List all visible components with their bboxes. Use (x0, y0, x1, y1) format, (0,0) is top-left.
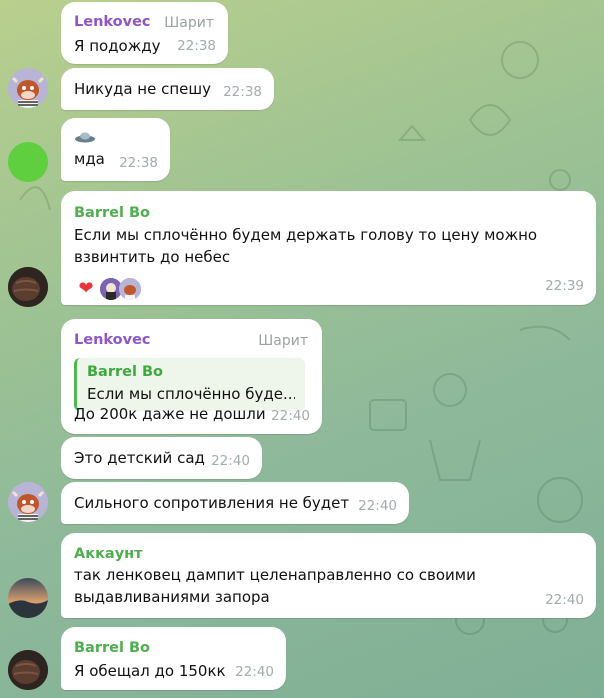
landscape-avatar[interactable] (8, 578, 48, 618)
message-bubble[interactable]: Lenkovec Шарит Я подожду 22:38 (61, 2, 228, 64)
message-time: 22:38 (119, 155, 158, 171)
message-bubble[interactable]: Это детский сад 22:40 (61, 437, 262, 479)
cow-avatar[interactable] (8, 68, 48, 108)
barrel-icon (8, 267, 48, 307)
message-time: 22:40 (545, 592, 584, 608)
message-text: взвинтить до небес (74, 248, 231, 266)
sender-name[interactable]: Barrel Bo (74, 637, 150, 659)
ufo-icon (75, 132, 95, 143)
message-time: 22:40 (358, 498, 397, 514)
heart-reaction-icon[interactable]: ❤ (74, 278, 98, 300)
green-circle-avatar[interactable] (8, 142, 48, 182)
message-time: 22:39 (545, 278, 584, 294)
chat-area: Lenkovec Шарит Я подожду 22:38 Никуда не… (0, 0, 604, 698)
message-bubble[interactable]: Аккаунт так ленковец дампит целенаправле… (61, 533, 596, 618)
cow-avatar[interactable] (8, 482, 48, 522)
message-time: 22:40 (235, 664, 274, 680)
message-text: так ленковец дампит целенаправленно со с… (74, 566, 476, 584)
member-role-badge: Шарит (258, 333, 308, 349)
message-bubble[interactable]: Никуда не спешу 22:38 (61, 68, 274, 110)
message-text: мда (74, 150, 105, 168)
barrel-avatar[interactable] (8, 650, 48, 690)
cow-icon (8, 68, 48, 108)
user-reaction-2 (119, 278, 141, 300)
message-text: Я обещал до 150кк (74, 662, 226, 680)
message-bubble[interactable]: мда 22:38 (61, 118, 170, 181)
message-time: 22:38 (223, 84, 262, 100)
message-time: 22:40 (211, 453, 250, 469)
message-bubble[interactable]: Lenkovec Шарит Barrel Bo Если мы сплочён… (61, 319, 322, 434)
sender-name[interactable]: Аккаунт (74, 543, 143, 565)
barrel-avatar[interactable] (8, 267, 48, 307)
message-text: выдавливаниями запора (74, 588, 270, 606)
message-time: 22:38 (177, 38, 216, 54)
message-text: Никуда не спешу (74, 80, 211, 98)
message-text: Это детский сад (74, 449, 205, 467)
cow-icon (8, 482, 48, 522)
message-text: Сильного сопротивления не будет (74, 494, 350, 512)
message-bubble[interactable]: Сильного сопротивления не будет 22:40 (61, 482, 409, 524)
sender-name[interactable]: Lenkovec (74, 11, 151, 33)
message-time: 22:40 (271, 408, 310, 424)
landscape-icon (8, 578, 48, 618)
message-text: Если мы сплочённо будем держать голову т… (74, 226, 538, 244)
message-text: До 200к даже не дошли (74, 405, 266, 423)
barrel-icon (8, 650, 48, 690)
message-bubble[interactable]: Barrel Bo Если мы сплочённо будем держат… (61, 191, 596, 305)
message-text: Я подожду (74, 37, 161, 55)
member-role-badge: Шарит (164, 15, 214, 31)
sender-name[interactable]: Barrel Bo (74, 202, 150, 224)
reply-text: Если мы сплочённо буде... (87, 385, 295, 403)
reactions-bar[interactable]: ❤ (74, 278, 141, 300)
message-bubble[interactable]: Barrel Bo Я обещал до 150кк 22:40 (61, 627, 286, 690)
reply-sender-name: Barrel Bo (87, 364, 164, 380)
sender-name[interactable]: Lenkovec (74, 329, 151, 351)
